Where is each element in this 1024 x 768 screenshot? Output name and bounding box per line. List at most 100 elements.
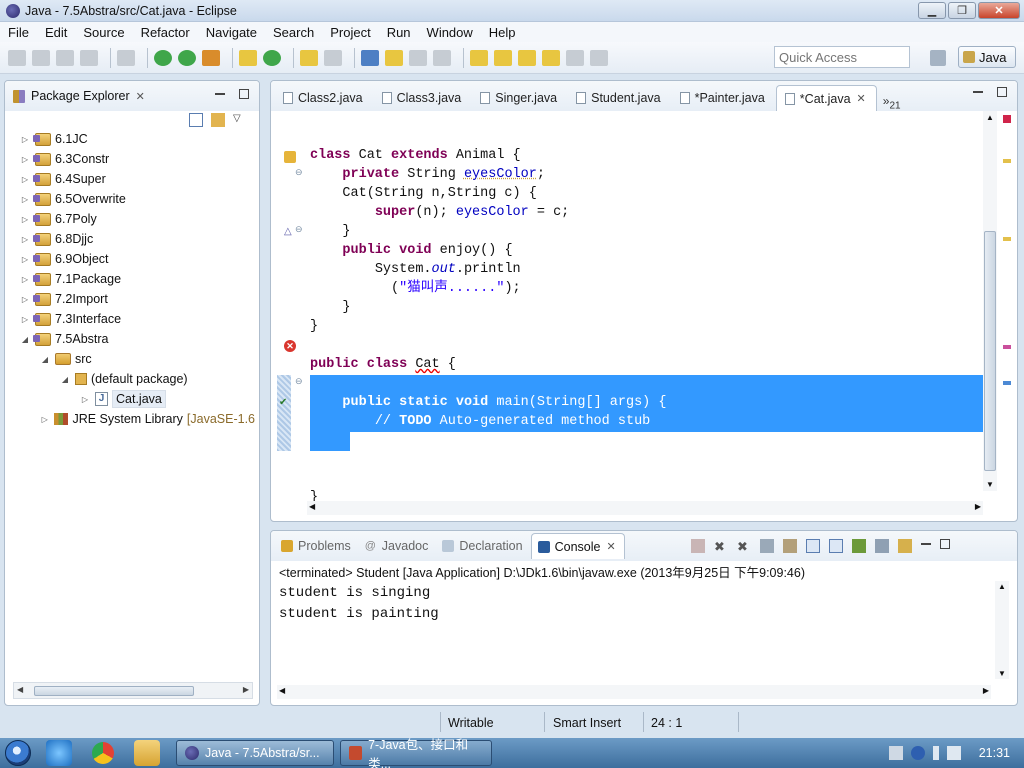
task-eclipse[interactable]: Java - 7.5Abstra/sr... <box>176 740 334 766</box>
error-marker-icon[interactable]: ✕ <box>284 340 296 352</box>
save-all-icon[interactable] <box>56 49 74 66</box>
save-icon[interactable] <box>32 49 50 66</box>
minimize-button[interactable]: ▁ <box>918 2 946 19</box>
package-explorer-tab[interactable]: Package Explorer ✕ <box>5 81 145 111</box>
tree-item[interactable]: ◢ 7.5Abstra <box>5 329 255 349</box>
next-annotation-icon[interactable] <box>470 49 488 66</box>
tree-item[interactable]: ▷ 7.2Import <box>5 289 255 309</box>
pin-editor-icon[interactable] <box>590 49 608 66</box>
restore-button[interactable]: ❐ <box>948 2 976 19</box>
scroll-right-icon[interactable]: ▶ <box>975 502 981 511</box>
editor-horizontal-scrollbar[interactable]: ◀ ▶ <box>307 501 983 515</box>
debug-icon[interactable] <box>154 49 172 66</box>
show-on-stderr-icon[interactable] <box>829 539 843 553</box>
search-tool-icon[interactable] <box>324 49 342 66</box>
close-icon[interactable]: ✕ <box>606 540 615 553</box>
scroll-left-icon[interactable]: ◀ <box>309 502 315 511</box>
tree-item[interactable]: ▷ 6.4Super <box>5 169 255 189</box>
close-icon[interactable]: ✕ <box>136 90 145 103</box>
tree-item[interactable]: ▷ 6.8Djjc <box>5 229 255 249</box>
tab-declaration[interactable]: Declaration <box>436 533 530 559</box>
occurrence-overview-mark[interactable] <box>1003 345 1011 349</box>
quick-access-input[interactable] <box>774 46 910 68</box>
collapsed-twistie-icon[interactable]: ▷ <box>19 275 31 284</box>
console-vertical-scrollbar[interactable]: ▲ ▼ <box>995 581 1009 679</box>
java-perspective-button[interactable]: Java <box>958 46 1016 68</box>
clock[interactable]: 21:31 <box>979 746 1010 760</box>
pin-console-icon[interactable] <box>852 539 866 553</box>
scroll-up-icon[interactable]: ▲ <box>986 113 994 122</box>
keyboard-icon[interactable] <box>888 746 903 760</box>
run-external-icon[interactable] <box>202 49 220 66</box>
network-icon[interactable] <box>932 746 939 760</box>
tree-item[interactable]: ▷ JRE System Library [JavaSE-1.6 <box>5 409 255 429</box>
menu-window[interactable]: Window <box>419 25 481 40</box>
expanded-twistie-icon[interactable]: ◢ <box>39 355 51 364</box>
tree-item[interactable]: ▷ 7.3Interface <box>5 309 255 329</box>
scroll-left-icon[interactable]: ◀ <box>17 685 23 694</box>
editor-tab[interactable]: *Painter.java <box>672 85 776 111</box>
collapsed-twistie-icon[interactable]: ▷ <box>39 415 50 424</box>
toggle-highlight-icon[interactable] <box>385 49 403 66</box>
menu-source[interactable]: Source <box>75 25 132 40</box>
fold-toggle-icon[interactable]: ⊖ <box>295 224 307 235</box>
warning-overview-mark[interactable] <box>1003 237 1011 241</box>
minimize-view-icon[interactable] <box>215 89 225 95</box>
collapsed-twistie-icon[interactable]: ▷ <box>19 235 31 244</box>
scroll-left-icon[interactable]: ◀ <box>279 686 285 695</box>
tree-item[interactable]: ▷ 6.5Overwrite <box>5 189 255 209</box>
close-button[interactable]: ✕ <box>978 2 1020 19</box>
task-document[interactable]: 7-Java包、接口和类... <box>340 738 492 768</box>
code-editor[interactable]: △ ✕ ✔ ⊖ ⊖ ⊖ class Cat extends Animal { p… <box>271 111 1017 505</box>
menu-file[interactable]: File <box>0 25 37 40</box>
collapsed-twistie-icon[interactable]: ▷ <box>19 295 31 304</box>
link-with-editor-icon[interactable] <box>211 113 225 127</box>
editor-vertical-scrollbar[interactable]: ▲ ▼ <box>983 111 997 491</box>
view-menu-icon[interactable]: ▽ <box>233 113 247 127</box>
menu-navigate[interactable]: Navigate <box>198 25 265 40</box>
tree-item[interactable]: ▷ 6.7Poly <box>5 209 255 229</box>
tree-item[interactable]: ▷ 6.9Object <box>5 249 255 269</box>
open-perspective-icon[interactable] <box>930 50 946 66</box>
scrollbar-thumb[interactable] <box>34 686 194 696</box>
tab-console[interactable]: Console ✕ <box>530 533 625 559</box>
collapsed-twistie-icon[interactable]: ▷ <box>19 255 31 264</box>
editor-tab[interactable]: *Cat.java ✕ <box>775 85 877 111</box>
tab-javadoc[interactable]: @ Javadoc <box>359 533 437 559</box>
editor-tab[interactable]: Singer.java <box>472 85 568 111</box>
collapsed-twistie-icon[interactable]: ▷ <box>19 215 31 224</box>
print-icon[interactable] <box>80 49 98 66</box>
new-class-icon[interactable] <box>263 49 281 66</box>
console-output[interactable]: student is singing student is painting <box>279 583 439 625</box>
tree-item[interactable]: ◢ src <box>5 349 255 369</box>
forward-icon[interactable] <box>566 49 584 66</box>
scroll-right-icon[interactable]: ▶ <box>243 685 249 694</box>
warning-overview-mark[interactable] <box>1003 159 1011 163</box>
file-explorer-icon[interactable] <box>134 740 160 766</box>
show-on-stdout-icon[interactable] <box>806 539 820 553</box>
scroll-down-icon[interactable]: ▼ <box>998 669 1006 678</box>
maximize-view-icon[interactable] <box>940 539 950 549</box>
menu-project[interactable]: Project <box>322 25 378 40</box>
skip-breakpoints-icon[interactable] <box>117 49 135 66</box>
collapsed-twistie-icon[interactable]: ▷ <box>19 195 31 204</box>
volume-icon[interactable] <box>946 746 961 760</box>
menu-refactor[interactable]: Refactor <box>133 25 198 40</box>
scroll-right-icon[interactable]: ▶ <box>983 686 989 695</box>
maximize-editor-icon[interactable] <box>997 87 1007 97</box>
minimize-editor-icon[interactable] <box>973 87 983 93</box>
collapse-all-icon[interactable] <box>189 113 203 127</box>
maximize-view-icon[interactable] <box>239 89 249 99</box>
previous-annotation-icon[interactable] <box>494 49 512 66</box>
back-icon[interactable] <box>542 49 560 66</box>
collapsed-twistie-icon[interactable]: ▷ <box>19 175 31 184</box>
minimize-view-icon[interactable] <box>921 539 931 545</box>
console-horizontal-scrollbar[interactable]: ◀ ▶ <box>277 685 991 699</box>
open-console-icon[interactable] <box>898 539 912 553</box>
help-icon[interactable] <box>910 746 925 760</box>
error-overview-mark[interactable] <box>1003 115 1011 123</box>
more-tabs-button[interactable]: »21 <box>877 94 907 111</box>
menu-run[interactable]: Run <box>379 25 419 40</box>
remove-launch-icon[interactable]: ✖ <box>714 539 728 554</box>
editor-tab[interactable]: Student.java <box>568 85 672 111</box>
